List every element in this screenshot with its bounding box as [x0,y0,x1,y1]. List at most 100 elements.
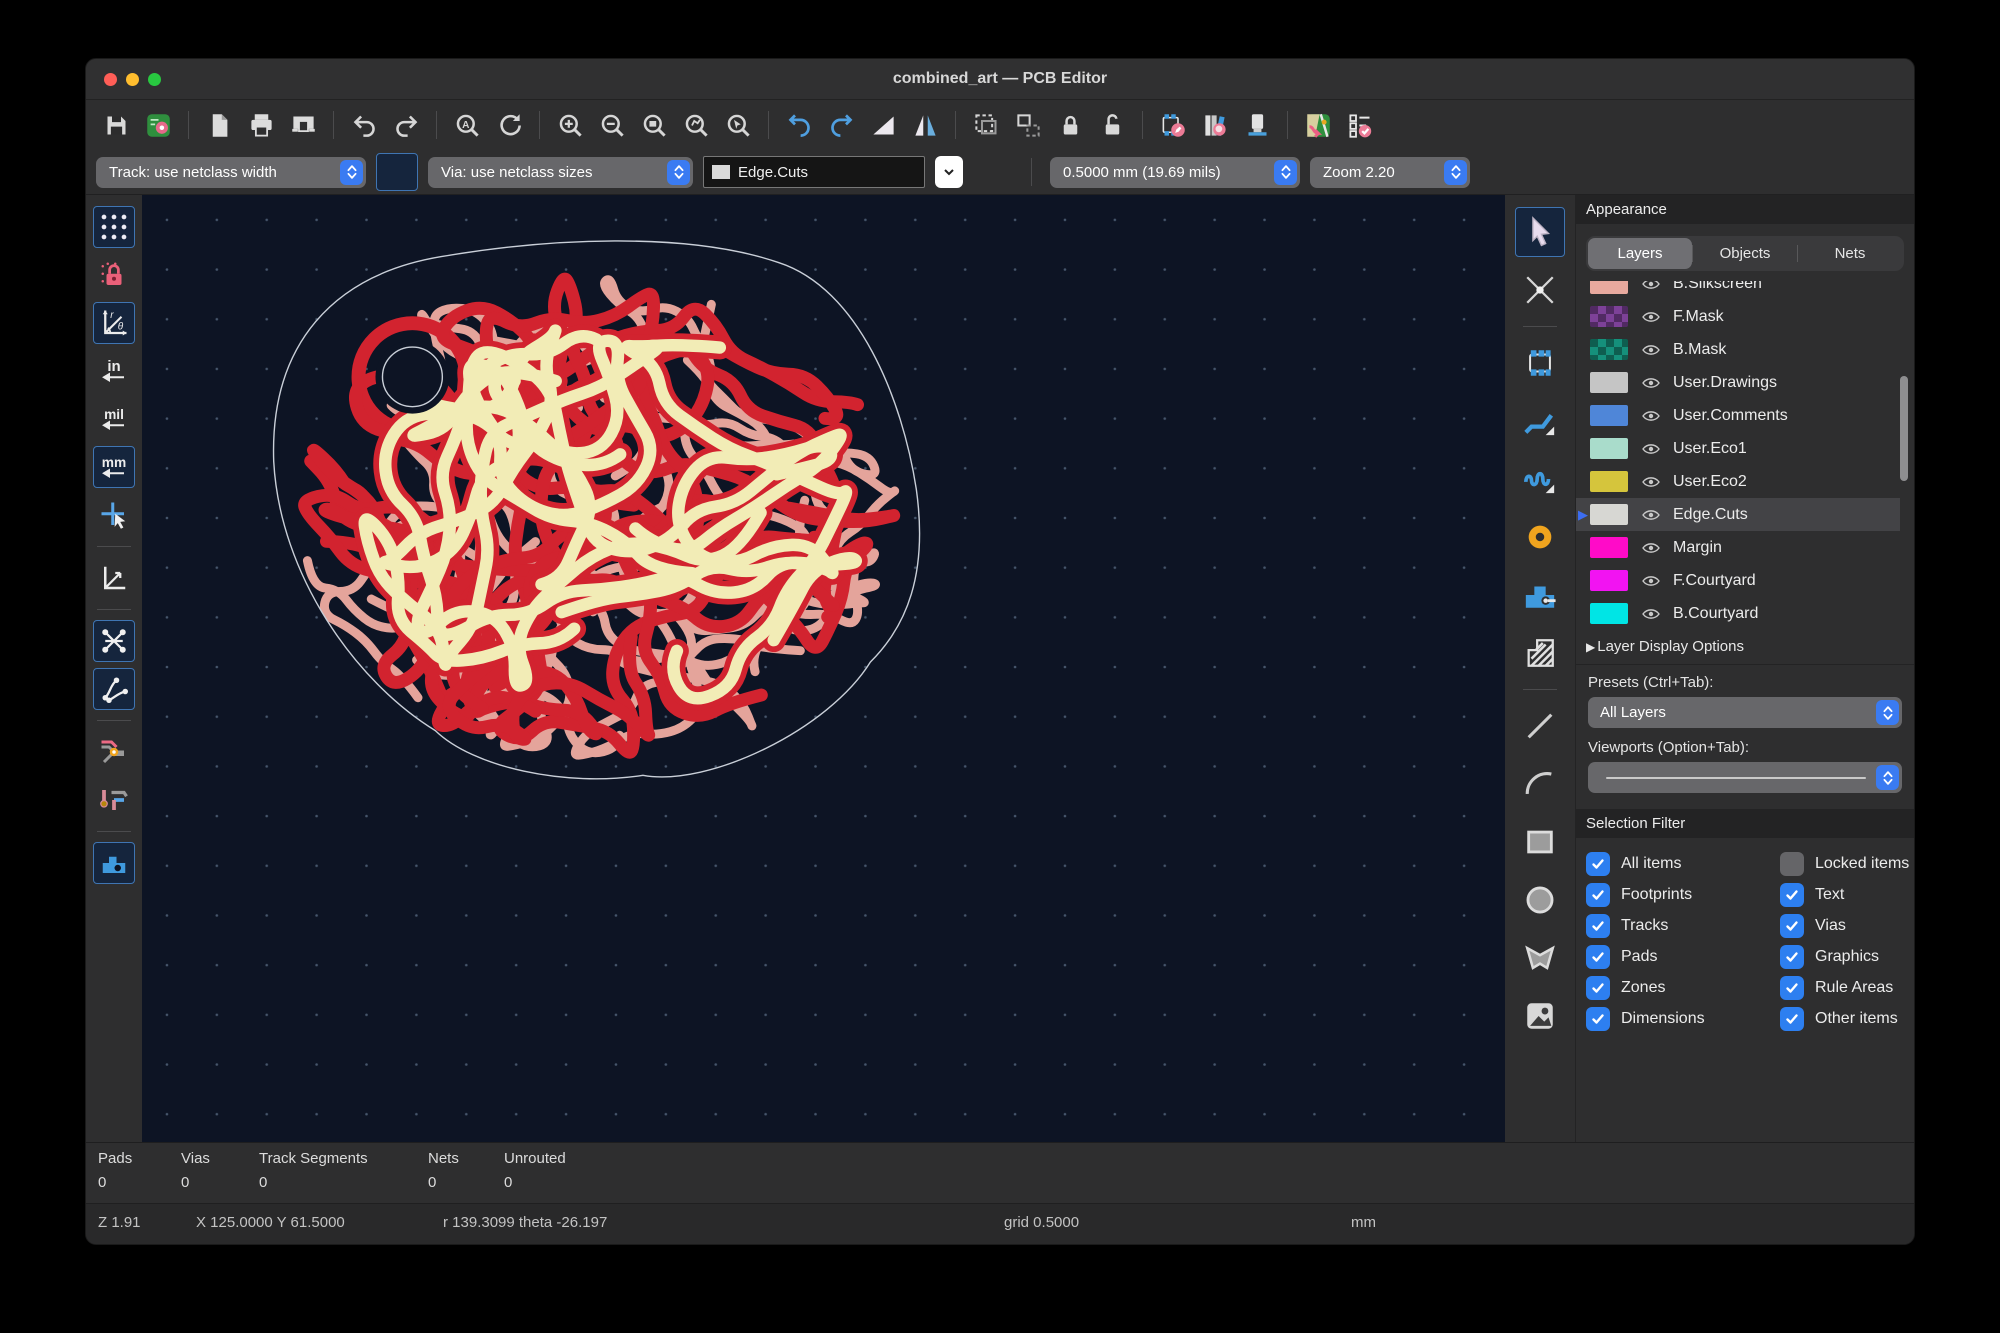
route-tracks-button[interactable] [1515,396,1565,446]
layer-color-swatch[interactable] [1590,471,1628,492]
layer-row-user-comments[interactable]: User.Comments [1576,399,1900,432]
drafting-45-button[interactable] [93,557,135,599]
layer-row-b-silkscreen[interactable]: B.Silkscreen [1576,281,1900,300]
zoom-selection-button[interactable] [718,105,758,145]
layer-color-swatch[interactable] [1590,504,1628,525]
units-mils-button[interactable]: mil [93,398,135,440]
checkbox-checked-icon[interactable] [1780,883,1804,907]
filter-graphics[interactable]: Graphics [1780,945,1914,969]
filter-pads[interactable]: Pads [1586,945,1657,969]
redo-button[interactable] [386,105,426,145]
track-width-dropdown[interactable]: Track: use netclass width [96,157,366,188]
undo-button[interactable] [344,105,384,145]
filter-other-items[interactable]: Other items [1780,1007,1914,1031]
units-inches-button[interactable]: in [93,350,135,392]
layer-pair-tool[interactable] [973,153,1013,191]
lock-button[interactable] [1050,105,1090,145]
filter-rule-areas[interactable]: Rule Areas [1780,976,1914,1000]
zoom-dropdown[interactable]: Zoom 2.20 [1310,157,1470,188]
layer-display-options[interactable]: ▶Layer Display Options [1576,629,1914,665]
locked-items-button[interactable] [93,254,135,296]
board-setup-button[interactable] [138,105,178,145]
visibility-eye-icon[interactable] [1641,281,1661,292]
checkbox-checked-icon[interactable] [1780,1007,1804,1031]
filter-zones[interactable]: Zones [1586,976,1665,1000]
update-pcb-button[interactable] [1298,105,1338,145]
footprint-editor-button[interactable] [1153,105,1193,145]
group-button[interactable] [966,105,1006,145]
layer-color-swatch[interactable] [1590,603,1628,624]
checkbox-checked-icon[interactable] [1780,914,1804,938]
page-settings-button[interactable] [199,105,239,145]
draw-circle-button[interactable] [1515,875,1565,925]
layer-row-f-mask[interactable]: F.Mask [1576,300,1900,333]
draw-line-button[interactable] [1515,701,1565,751]
tab-objects[interactable]: Objects [1693,238,1797,269]
layer-color-swatch[interactable] [1590,570,1628,591]
checkbox-checked-icon[interactable] [1780,945,1804,969]
place-footprint-button[interactable] [1515,338,1565,388]
flip-board-button[interactable] [863,105,903,145]
draw-arc-button[interactable] [1515,759,1565,809]
crosshair-cursor-button[interactable] [93,494,135,536]
layer-row-f-courtyard[interactable]: F.Courtyard [1576,564,1900,597]
titlebar[interactable]: combined_art — PCB Editor [86,59,1914,100]
checkbox-checked-icon[interactable] [1586,883,1610,907]
visibility-eye-icon[interactable] [1641,375,1661,391]
layer-row-b-mask[interactable]: B.Mask [1576,333,1900,366]
zoom-objects-button[interactable] [676,105,716,145]
drc-button[interactable] [1340,105,1380,145]
grid-size-dropdown[interactable]: 0.5000 mm (19.69 mils) [1050,157,1300,188]
checkbox-checked-icon[interactable] [1586,945,1610,969]
checkbox-checked-icon[interactable] [1586,852,1610,876]
tab-layers[interactable]: Layers [1588,238,1692,269]
layer-selector-chevron-button[interactable] [935,156,963,188]
zoom-fit-button[interactable] [634,105,674,145]
filter-text[interactable]: Text [1780,883,1914,907]
visibility-eye-icon[interactable] [1641,606,1661,622]
layer-row-user-eco2[interactable]: User.Eco2 [1576,465,1900,498]
filter-locked-items[interactable]: Locked items [1780,852,1914,876]
rotate-ccw-button[interactable] [779,105,819,145]
draw-rectangle-button[interactable] [1515,817,1565,867]
find-button[interactable]: A [447,105,487,145]
layer-color-swatch[interactable] [1590,281,1628,294]
refresh-button[interactable] [489,105,529,145]
layer-row-edge-cuts[interactable]: ▶Edge.Cuts [1576,498,1900,531]
zoom-in-button[interactable] [550,105,590,145]
checkbox-checked-icon[interactable] [1586,976,1610,1000]
place-image-button[interactable] [1515,991,1565,1041]
zoom-out-button[interactable] [592,105,632,145]
curved-ratsnest-button[interactable] [93,668,135,710]
filter-dimensions[interactable]: Dimensions [1586,1007,1705,1031]
layer-row-user-eco1[interactable]: User.Eco1 [1576,432,1900,465]
visibility-eye-icon[interactable] [1641,540,1661,556]
checkbox-checked-icon[interactable] [1586,914,1610,938]
grid-dots-button[interactable] [93,206,135,248]
ratsnest-visibility-button[interactable] [93,620,135,662]
select-arrow-button[interactable] [1515,207,1565,257]
visibility-eye-icon[interactable] [1641,342,1661,358]
footprint-viewer-button[interactable] [1237,105,1277,145]
print-button[interactable] [241,105,281,145]
track-display-button[interactable] [93,779,135,821]
visibility-eye-icon[interactable] [1641,309,1661,325]
filter-vias[interactable]: Vias [1780,914,1914,938]
layer-row-user-drawings[interactable]: User.Drawings [1576,366,1900,399]
layer-color-swatch[interactable] [1590,537,1628,558]
active-layer-selector[interactable]: Edge.Cuts [703,156,925,188]
layer-list-scrollbar[interactable] [1900,376,1908,481]
pcb-canvas[interactable] [142,195,1505,1142]
checkbox-checked-icon[interactable] [1780,976,1804,1000]
tab-nets[interactable]: Nets [1798,238,1902,269]
net-highlight-button[interactable] [93,731,135,773]
layer-color-swatch[interactable] [1590,306,1628,327]
checkbox-unchecked-icon[interactable] [1780,852,1804,876]
place-via-button[interactable] [1515,512,1565,562]
filter-all-items[interactable]: All items [1586,852,1681,876]
layer-row-b-courtyard[interactable]: B.Courtyard [1576,597,1900,629]
ungroup-button[interactable] [1008,105,1048,145]
track-width-tool[interactable] [376,153,418,191]
save-button[interactable] [96,105,136,145]
zone-display-button[interactable] [93,842,135,884]
